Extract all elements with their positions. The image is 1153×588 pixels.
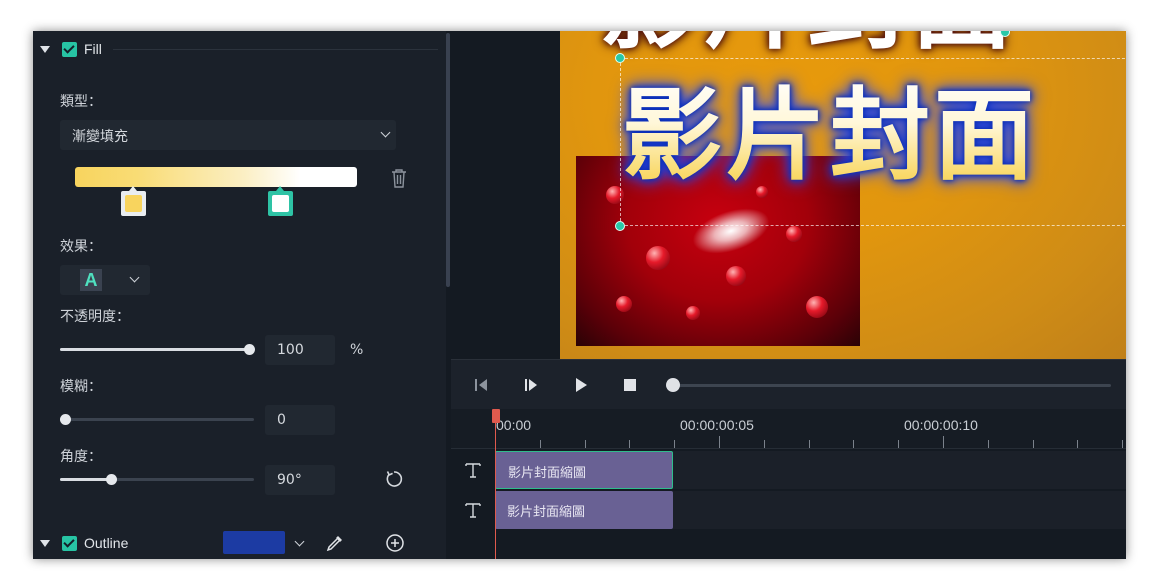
ruler-tick [719,436,720,448]
stop-icon[interactable] [620,375,640,395]
ruler-tick [943,436,944,448]
blur-value: 0 [277,412,286,428]
ruler-tick [540,440,541,448]
water-drop [726,266,746,286]
eyedropper-icon[interactable] [325,533,345,553]
timeline-clip[interactable]: 影片封面縮圖 [495,451,673,489]
resize-handle[interactable] [615,221,625,231]
chevron-down-icon [129,272,140,283]
playhead-handle[interactable] [492,409,500,423]
resize-handle[interactable] [615,53,625,63]
opacity-unit: % [350,342,364,358]
effect-label: 效果： [60,239,102,255]
opacity-input[interactable]: 100 [265,335,335,365]
angle-slider-fill [60,478,111,481]
timeline-track-1: 影片封面縮圖 [451,450,1126,490]
ruler-tick [898,440,899,448]
text-effect-icon: A [80,269,102,291]
water-drop [806,296,828,318]
blur-slider-knob[interactable] [60,414,71,425]
gradient-stop-right[interactable] [268,186,293,216]
ruler-tick [1033,440,1034,448]
fill-type-dropdown[interactable]: 漸變填充 [60,120,396,150]
angle-input[interactable]: 90° [265,465,335,495]
text-track-icon [465,463,481,478]
angle-slider-knob[interactable] [106,474,117,485]
ruler-tick [988,440,989,448]
timecode-label: 00:00 [496,417,532,433]
gradient-stop-left[interactable] [121,186,146,216]
blur-label: 模糊： [60,379,102,395]
preview-canvas[interactable]: 影片封面 影片封面 [560,31,1126,359]
opacity-label: 不透明度： [60,309,130,325]
opacity-slider-knob[interactable] [244,344,255,355]
timeline-ruler[interactable]: 00:00 00:00:00:05 00:00:00:10 [451,409,1126,449]
outline-color-swatch[interactable] [223,531,285,554]
playback-progress-bar[interactable] [673,384,1111,387]
fill-type-value: 漸變填充 [72,129,128,145]
reset-icon[interactable] [384,469,404,489]
previous-frame-icon[interactable] [471,375,491,395]
panel-scrollbar-thumb[interactable] [446,33,450,287]
ruler-tick [674,440,675,448]
opacity-slider[interactable] [60,344,255,355]
outline-enable-checkbox[interactable] [62,535,77,551]
ruler-tick [1077,440,1078,448]
ruler-tick [764,440,765,448]
fill-enable-checkbox[interactable] [62,41,77,57]
add-circle-icon[interactable] [385,533,405,553]
collapse-triangle-icon[interactable] [40,539,50,547]
water-drop [646,246,670,270]
type-label: 類型： [60,94,102,110]
timeline: 00:00 00:00:00:05 00:00:00:10 影片封面縮圖 影片封… [451,409,1126,559]
water-drop [686,306,700,320]
angle-label: 角度： [60,449,102,465]
angle-slider[interactable] [60,474,254,485]
ruler-tick [585,440,586,448]
blur-input[interactable]: 0 [265,405,335,435]
section-divider [113,49,438,50]
ruler-tick [853,440,854,448]
playback-progress-knob[interactable] [666,378,680,392]
gradient-stop-swatch [272,195,289,212]
opacity-value: 100 [277,342,304,358]
angle-value: 90° [277,472,302,488]
timecode-label: 00:00:00:05 [680,417,754,433]
play-icon[interactable] [571,375,591,395]
trash-icon[interactable] [389,167,409,189]
timeline-clip[interactable]: 影片封面縮圖 [495,491,673,529]
clip-label: 影片封面縮圖 [507,505,586,520]
clip-label: 影片封面縮圖 [508,466,587,481]
timecode-label: 00:00:00:10 [904,417,978,433]
collapse-triangle-icon[interactable] [40,45,50,53]
outline-section-title: Outline [84,535,129,551]
timeline-track-2: 影片封面縮圖 [451,490,1126,530]
properties-panel: Fill 類型： 漸變填充 效果： A 不透明度： 100 % 模糊： 0 角度… [33,31,446,559]
preview-top-title: 影片封面 [600,31,1016,55]
playhead-line[interactable] [495,409,496,559]
playback-controls [451,359,1126,409]
ruler-tick [809,440,810,448]
next-frame-icon[interactable] [521,375,541,395]
chevron-down-icon [380,127,391,138]
water-drop [616,296,632,312]
text-selection-box[interactable] [620,58,1126,226]
gradient-bar[interactable] [75,167,357,187]
gradient-stop-swatch [125,195,142,212]
blur-slider[interactable] [60,414,254,425]
fill-section-header[interactable]: Fill [33,34,446,64]
water-drop [786,226,802,242]
fill-section-title: Fill [84,41,102,57]
text-track-icon [465,503,481,518]
effect-dropdown[interactable]: A [60,265,150,295]
opacity-slider-fill [60,348,249,351]
ruler-tick [629,440,630,448]
ruler-tick [1122,440,1123,448]
app-window: Fill 類型： 漸變填充 效果： A 不透明度： 100 % 模糊： 0 角度… [33,31,1126,559]
